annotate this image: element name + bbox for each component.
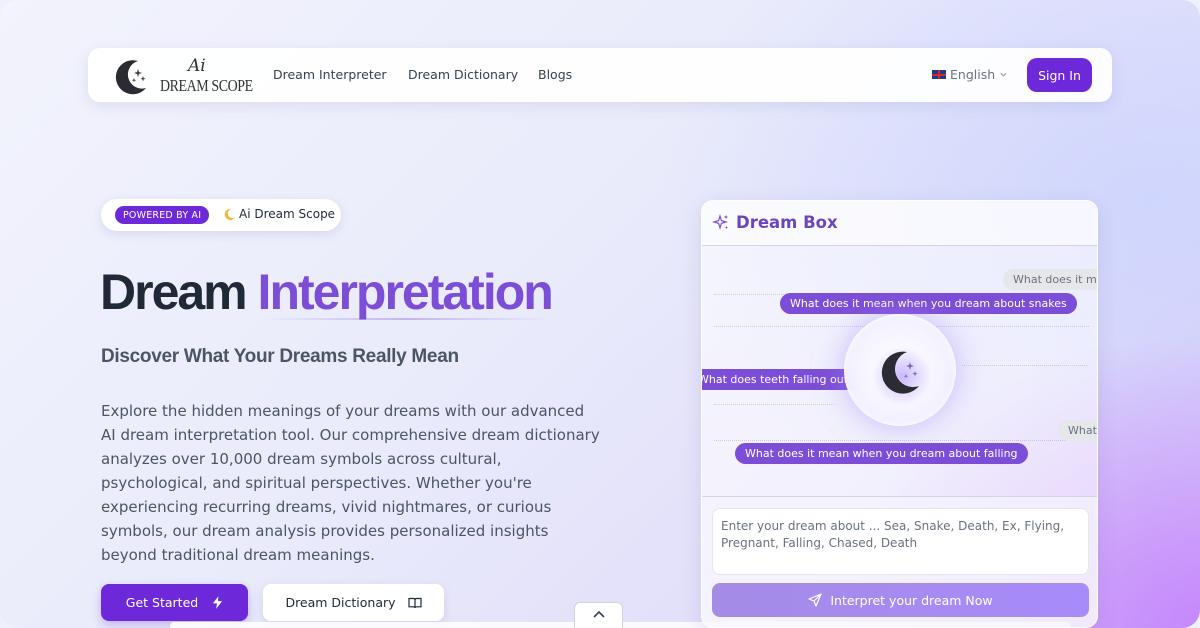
- suggestion-chip[interactable]: What does it mean when you dream about f…: [735, 443, 1028, 464]
- powered-by-pill: POWERED BY AI: [115, 206, 210, 224]
- interpret-dream-label: Interpret your dream Now: [830, 592, 993, 608]
- hero-title-interpretation: Interpretation: [257, 264, 554, 320]
- crescent-moon-icon: [115, 60, 146, 95]
- dream-input-area: Interpret your dream Now: [702, 496, 1097, 627]
- dotted-line: [962, 365, 1087, 366]
- dream-box-panel: Dream Box What does it mea What does it …: [701, 200, 1098, 628]
- logo-wordmark: DREAM SCOPE: [160, 76, 253, 95]
- dream-dictionary-button[interactable]: Dream Dictionary: [263, 584, 444, 621]
- dream-box-header: Dream Box: [702, 201, 1097, 246]
- title-underline: [262, 318, 552, 320]
- get-started-button[interactable]: Get Started: [101, 584, 248, 621]
- sparkles-icon: [712, 214, 729, 231]
- dotted-line: [714, 404, 834, 405]
- scroll-up-button[interactable]: [574, 602, 623, 628]
- hero-title: Dream Interpretation: [100, 262, 554, 322]
- dotted-line: [714, 440, 1089, 441]
- crescent-moon-icon: [224, 208, 236, 220]
- dream-box-title: Dream Box: [736, 213, 838, 232]
- nav-link-dream-interpreter[interactable]: Dream Interpreter: [273, 67, 387, 82]
- send-icon: [808, 593, 822, 607]
- chevron-up-icon: [592, 610, 605, 618]
- sign-in-button[interactable]: Sign In: [1027, 58, 1092, 92]
- page-background: Ai DREAM SCOPE Dream Interpreter Dream D…: [0, 0, 1200, 628]
- hero-subtitle: Discover What Your Dreams Really Mean: [101, 346, 459, 367]
- nav-link-dream-dictionary[interactable]: Dream Dictionary: [408, 67, 518, 82]
- chevron-down-icon: [1000, 72, 1007, 77]
- nav-link-blogs[interactable]: Blogs: [538, 67, 572, 82]
- dream-suggestions-canvas: What does it mea What does it mean when …: [702, 246, 1097, 496]
- site-logo[interactable]: Ai DREAM SCOPE: [110, 54, 253, 98]
- badge-brand-text: Ai Dream Scope: [239, 207, 336, 221]
- logo-ai-text: Ai: [188, 56, 206, 76]
- lightning-icon: [213, 596, 223, 609]
- get-started-label: Get Started: [125, 595, 199, 610]
- uk-flag-icon: [932, 70, 946, 79]
- suggestion-chip[interactable]: What d: [1058, 420, 1097, 441]
- dream-dictionary-label: Dream Dictionary: [285, 595, 396, 610]
- language-selector[interactable]: English: [932, 67, 1008, 82]
- navbar: Ai DREAM SCOPE Dream Interpreter Dream D…: [88, 48, 1112, 102]
- dotted-line: [714, 294, 794, 295]
- crescent-moon-icon: [881, 351, 919, 394]
- suggestion-chip[interactable]: What does it mean when you dream about s…: [780, 293, 1077, 314]
- hero-description: Explore the hidden meanings of your drea…: [101, 402, 600, 564]
- book-open-icon: [407, 597, 422, 608]
- language-label: English: [950, 67, 996, 82]
- dream-input[interactable]: [712, 508, 1089, 575]
- suggestion-chip[interactable]: What does it mea: [1003, 269, 1097, 290]
- interpret-dream-button[interactable]: Interpret your dream Now: [712, 583, 1089, 617]
- powered-by-badge: POWERED BY AI Ai Dream Scope: [101, 199, 341, 231]
- hero-title-dream: Dream: [100, 264, 248, 320]
